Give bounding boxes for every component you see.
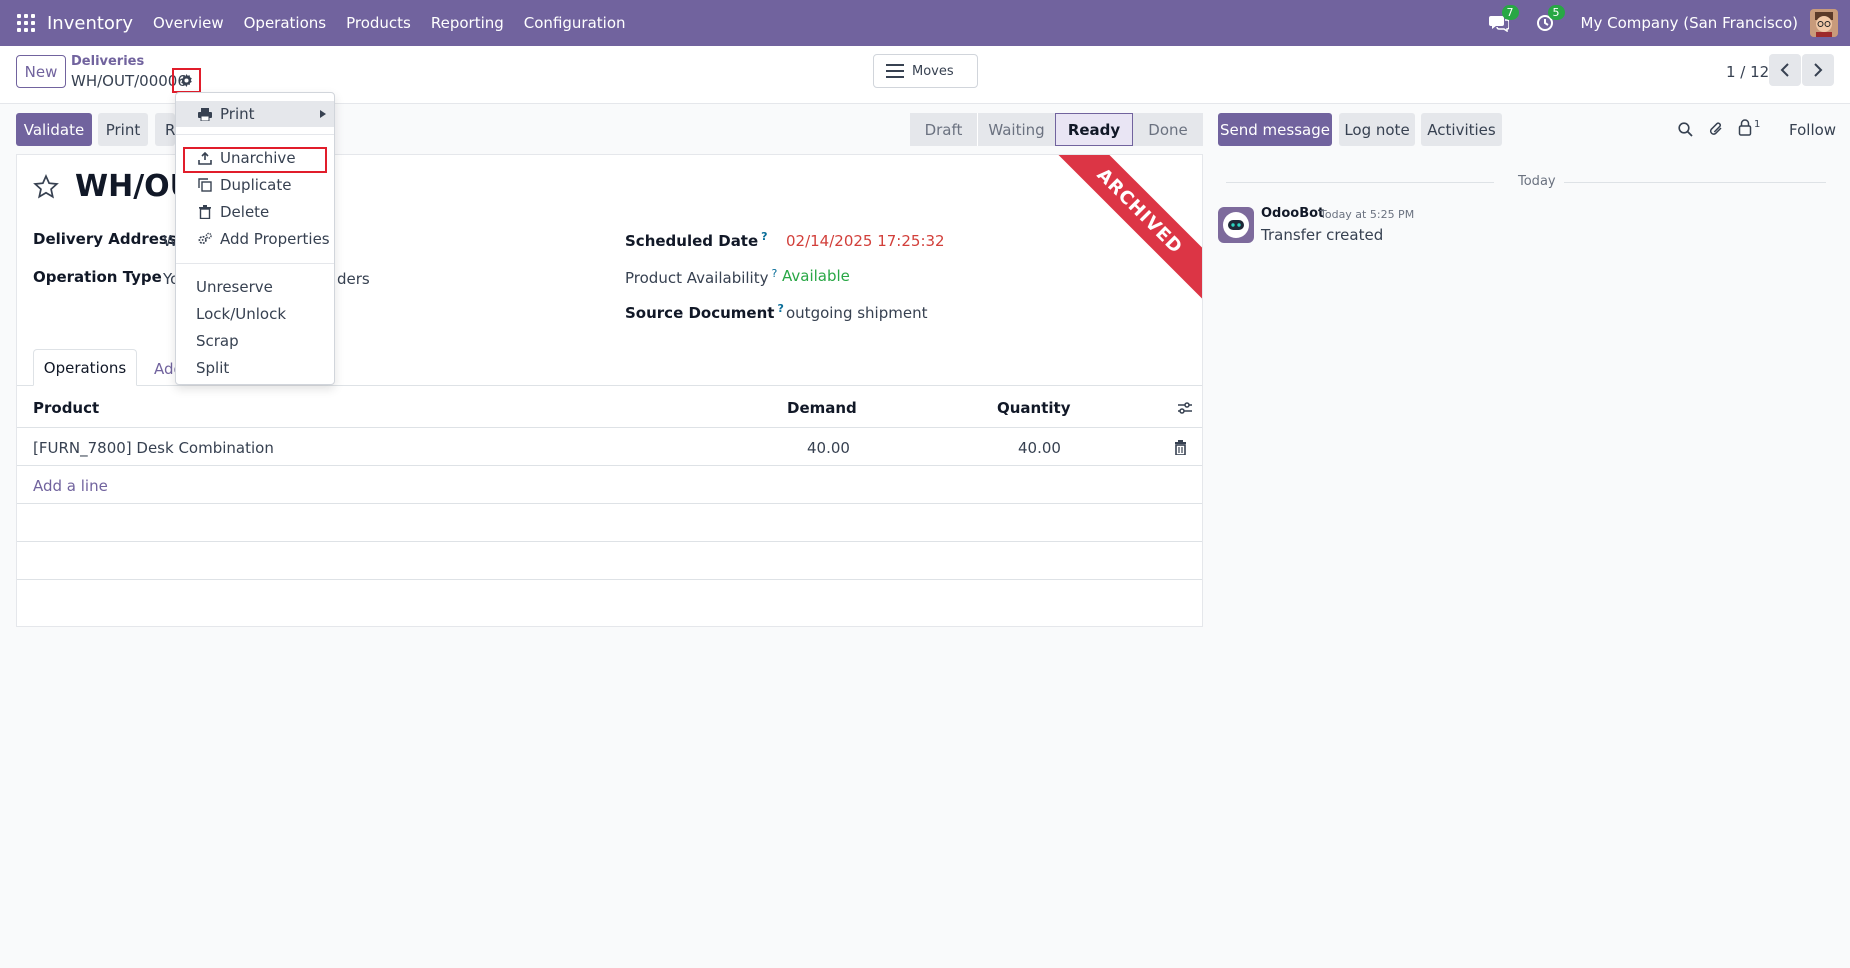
menu-item-add-properties[interactable]: Add Properties	[176, 226, 334, 252]
pager-value[interactable]: 1 / 12	[1726, 63, 1769, 81]
menu-configuration[interactable]: Configuration	[524, 14, 626, 32]
message-body: Transfer created	[1261, 226, 1384, 244]
send-message-button[interactable]: Send message	[1218, 113, 1332, 146]
caret-right-icon	[320, 110, 326, 118]
row-divider	[17, 541, 1202, 542]
company-switcher[interactable]: My Company (San Francisco)	[1581, 14, 1798, 32]
menu-products[interactable]: Products	[346, 14, 411, 32]
row-divider	[17, 503, 1202, 504]
pager-previous-button[interactable]	[1769, 54, 1801, 86]
operation-type-label: Operation Type	[33, 268, 162, 286]
breadcrumb-deliveries[interactable]: Deliveries	[71, 54, 144, 69]
cell-demand[interactable]: 40.00	[807, 439, 850, 457]
log-note-button[interactable]: Log note	[1339, 113, 1415, 146]
help-tooltip-icon[interactable]: ?	[771, 267, 777, 280]
tabs-divider	[17, 385, 1202, 386]
cell-quantity[interactable]: 40.00	[1018, 439, 1061, 457]
paperclip-icon[interactable]	[1709, 121, 1724, 138]
stage-done[interactable]: Done	[1133, 113, 1203, 146]
menu-item-unreserve[interactable]: Unreserve	[176, 274, 334, 300]
menu-reporting[interactable]: Reporting	[431, 14, 504, 32]
product-availability-value: Available	[782, 267, 850, 285]
day-separator-line	[1564, 182, 1826, 183]
actions-gear-button[interactable]	[172, 68, 201, 93]
star-icon[interactable]	[33, 174, 59, 200]
activities-button[interactable]: 5	[1535, 5, 1565, 33]
column-header-demand[interactable]: Demand	[787, 399, 857, 417]
menu-item-lock-unlock[interactable]: Lock/Unlock	[176, 301, 334, 327]
source-document-label: Source Document?	[625, 302, 784, 322]
hidden-action-button[interactable]: R	[155, 113, 175, 146]
odoobot-avatar	[1218, 207, 1254, 243]
message-author[interactable]: OdooBot	[1261, 206, 1324, 221]
validate-button[interactable]: Validate	[16, 113, 92, 146]
archived-ribbon: ARCHIVED	[1049, 155, 1202, 302]
day-separator: Today	[1510, 174, 1564, 189]
row-divider	[17, 579, 1202, 580]
top-navbar: Inventory Overview Operations Products R…	[0, 0, 1850, 46]
copy-icon	[198, 178, 212, 192]
delivery-address-label: Delivery Address	[33, 230, 177, 248]
followers-count: 1	[1754, 119, 1761, 130]
app-name[interactable]: Inventory	[47, 13, 133, 34]
followers-button[interactable]: 1	[1738, 119, 1760, 136]
row-divider	[17, 427, 1202, 428]
actions-dropdown-menu: Print Unarchive Duplicate Delete Add Pro…	[175, 92, 335, 385]
chevron-left-icon	[1780, 63, 1789, 77]
menu-item-delete[interactable]: Delete	[176, 199, 334, 225]
scheduled-date-field[interactable]: 02/14/2025 17:25:32	[786, 232, 945, 250]
pager-next-button[interactable]	[1802, 54, 1834, 86]
cell-product[interactable]: [FURN_7800] Desk Combination	[33, 439, 274, 457]
user-avatar[interactable]	[1810, 9, 1838, 37]
menu-item-scrap[interactable]: Scrap	[176, 328, 334, 354]
optional-columns-icon[interactable]	[1177, 401, 1193, 415]
help-tooltip-icon[interactable]: ?	[761, 230, 767, 243]
new-button[interactable]: New	[16, 55, 66, 88]
activities-button[interactable]: Activities	[1421, 113, 1502, 146]
menu-item-split[interactable]: Split	[176, 355, 334, 381]
messaging-button[interactable]: 7	[1488, 5, 1519, 33]
stage-draft[interactable]: Draft	[910, 113, 977, 146]
stage-waiting[interactable]: Waiting	[977, 113, 1055, 146]
help-tooltip-icon[interactable]: ?	[777, 302, 783, 315]
printer-icon	[198, 107, 212, 121]
trash-icon	[198, 205, 212, 219]
trash-icon[interactable]	[1174, 440, 1187, 455]
moves-label: Moves	[912, 63, 954, 79]
list-icon	[886, 64, 904, 78]
column-header-quantity[interactable]: Quantity	[997, 399, 1071, 417]
chevron-right-icon	[1814, 63, 1823, 77]
apps-grid-icon[interactable]	[17, 14, 35, 32]
stage-ready[interactable]: Ready	[1055, 113, 1133, 146]
day-separator-line	[1226, 182, 1494, 183]
cogs-icon	[198, 232, 212, 246]
add-line-link[interactable]: Add a line	[33, 477, 108, 495]
menu-operations[interactable]: Operations	[244, 14, 326, 32]
breadcrumb-current: WH/OUT/00006	[71, 72, 187, 90]
moves-smart-button[interactable]: Moves	[873, 54, 978, 88]
unarchive-highlight	[183, 147, 327, 173]
product-availability-label: Product Availability?	[625, 267, 778, 287]
status-bar: Draft Waiting Ready Done	[910, 113, 1203, 146]
tab-operations[interactable]: Operations	[33, 349, 137, 386]
user-lock-icon	[1738, 119, 1752, 136]
print-button[interactable]: Print	[98, 113, 148, 146]
scheduled-date-label: Scheduled Date?	[625, 230, 768, 250]
row-divider	[17, 465, 1202, 466]
messages-badge: 7	[1501, 5, 1519, 20]
source-document-field[interactable]: outgoing shipment	[786, 304, 927, 322]
menu-divider	[176, 134, 334, 135]
gear-icon	[181, 74, 192, 87]
operation-type-field-end: ders	[337, 270, 370, 288]
column-header-product[interactable]: Product	[33, 399, 99, 417]
menu-overview[interactable]: Overview	[153, 14, 224, 32]
search-icon[interactable]	[1678, 122, 1693, 137]
menu-item-print[interactable]: Print	[176, 101, 334, 127]
menu-divider	[176, 263, 334, 264]
message-timestamp: Today at 5:25 PM	[1320, 208, 1415, 221]
menu-item-duplicate[interactable]: Duplicate	[176, 172, 334, 198]
follow-button[interactable]: Follow	[1789, 121, 1836, 139]
activities-badge: 5	[1547, 5, 1565, 20]
